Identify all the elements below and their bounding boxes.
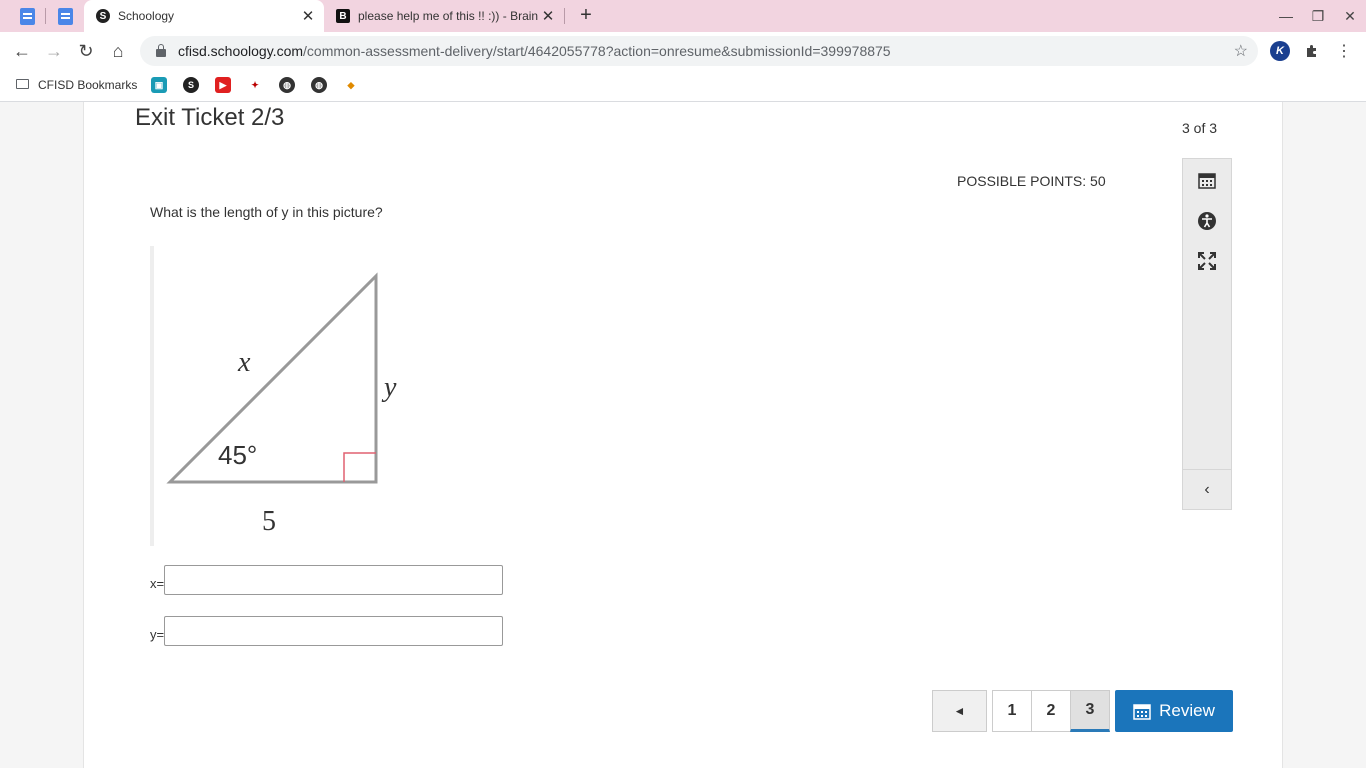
- review-label: Review: [1159, 701, 1215, 720]
- close-window-icon[interactable]: ✕: [1334, 0, 1366, 32]
- answer-input-y[interactable]: [164, 616, 504, 646]
- bookmarks-bar: CFISD Bookmarks ▣ S ▶ ✦ ◍ ◍ ◆: [0, 70, 1366, 102]
- bookmark-youtube-icon[interactable]: ▶: [215, 77, 231, 93]
- new-tab-plus-icon[interactable]: +: [574, 4, 598, 28]
- tab-close-icon[interactable]: ✕: [538, 7, 558, 25]
- home-icon[interactable]: ⌂: [104, 37, 132, 65]
- label-base: 5: [262, 506, 276, 537]
- google-docs-icon: [19, 7, 35, 25]
- k-extension-icon[interactable]: K: [1270, 41, 1290, 61]
- reload-icon[interactable]: ↻: [72, 37, 100, 65]
- page-button-1[interactable]: 1: [992, 690, 1032, 732]
- question-text: What is the length of y in this picture?: [150, 204, 383, 220]
- triangle-figure: x y 45° 5: [150, 246, 420, 546]
- fullscreen-expand-icon[interactable]: [1183, 243, 1231, 279]
- bookmark-mascot-icon[interactable]: ✦: [247, 77, 263, 93]
- lock-icon: [156, 44, 166, 57]
- extensions-puzzle-icon[interactable]: [1302, 41, 1322, 61]
- tab-separator: [564, 8, 565, 24]
- url-path: /common-assessment-delivery/start/464205…: [303, 43, 891, 59]
- pinned-tab-docs-1[interactable]: [13, 4, 41, 28]
- question-counter: 3 of 3: [1182, 120, 1218, 136]
- folder-icon: [16, 79, 29, 89]
- answer-row-y: y=: [150, 616, 504, 646]
- answer-input-x[interactable]: [164, 565, 504, 595]
- page-content: Exit Ticket 2/3 3 of 3 POSSIBLE POINTS: …: [0, 102, 1366, 768]
- assessment-panel: Exit Ticket 2/3 3 of 3 POSSIBLE POINTS: …: [83, 102, 1283, 768]
- bookmark-globe-icon[interactable]: ◍: [279, 77, 295, 93]
- answer-label-x: x=: [150, 575, 165, 591]
- tab-brainly[interactable]: B please help me of this !! :)) - Brainl…: [324, 0, 564, 32]
- possible-points: POSSIBLE POINTS: 50: [957, 173, 1106, 189]
- bookmark-star-icon[interactable]: ☆: [1234, 41, 1248, 61]
- label-x: x: [237, 347, 251, 378]
- tab-separator: [45, 8, 46, 24]
- pinned-tab-docs-2[interactable]: [51, 4, 79, 28]
- answer-row-x: x=: [150, 565, 504, 595]
- calculator-icon[interactable]: [1183, 163, 1231, 199]
- restore-icon[interactable]: ❐: [1302, 0, 1334, 32]
- tab-schoology[interactable]: S Schoology ✕: [84, 0, 324, 32]
- review-button[interactable]: Review: [1115, 690, 1233, 732]
- address-bar[interactable]: cfisd.schoology.com/common-assessment-de…: [140, 36, 1258, 66]
- tab-title: Schoology: [118, 9, 175, 23]
- tab-strip: S Schoology ✕ B please help me of this !…: [0, 0, 1366, 32]
- answer-label-y: y=: [150, 626, 165, 642]
- label-angle: 45°: [218, 440, 257, 470]
- label-y: y: [381, 372, 397, 403]
- previous-page-button[interactable]: ◄: [932, 690, 987, 732]
- browser-toolbar: ← → ↻ ⌂ cfisd.schoology.com/common-asses…: [0, 32, 1366, 70]
- menu-kebab-icon[interactable]: ⋮: [1334, 41, 1354, 61]
- accessibility-icon[interactable]: [1183, 203, 1231, 239]
- side-toolbar: ‹: [1182, 158, 1232, 510]
- page-button-3[interactable]: 3: [1070, 690, 1110, 732]
- bookmark-folder-cfisd[interactable]: CFISD Bookmarks: [38, 78, 137, 92]
- bookmark-schoology-icon[interactable]: S: [183, 77, 199, 93]
- url-host: cfisd.schoology.com: [178, 43, 304, 59]
- schoology-favicon-icon: S: [96, 9, 110, 23]
- bookmark-globe-icon[interactable]: ◍: [311, 77, 327, 93]
- right-angle-marker: [343, 452, 376, 482]
- bookmark-classroom-icon[interactable]: ▣: [151, 77, 167, 93]
- back-arrow-icon[interactable]: ←: [8, 37, 36, 65]
- minimize-icon[interactable]: —: [1270, 0, 1302, 32]
- calendar-icon: [1133, 703, 1151, 720]
- tab-close-icon[interactable]: ✕: [298, 7, 318, 25]
- bookmark-flame-icon[interactable]: ◆: [343, 77, 359, 93]
- page-button-2[interactable]: 2: [1031, 690, 1071, 732]
- page-title: Exit Ticket 2/3: [135, 104, 285, 131]
- tab-title: please help me of this !! :)) - Brainly: [358, 9, 538, 23]
- brainly-favicon-icon: B: [336, 9, 350, 23]
- triangle-shape: [166, 272, 378, 484]
- google-docs-icon: [57, 7, 73, 25]
- collapse-chevron-left-icon[interactable]: ‹: [1183, 469, 1231, 509]
- forward-arrow-icon[interactable]: →: [40, 37, 68, 65]
